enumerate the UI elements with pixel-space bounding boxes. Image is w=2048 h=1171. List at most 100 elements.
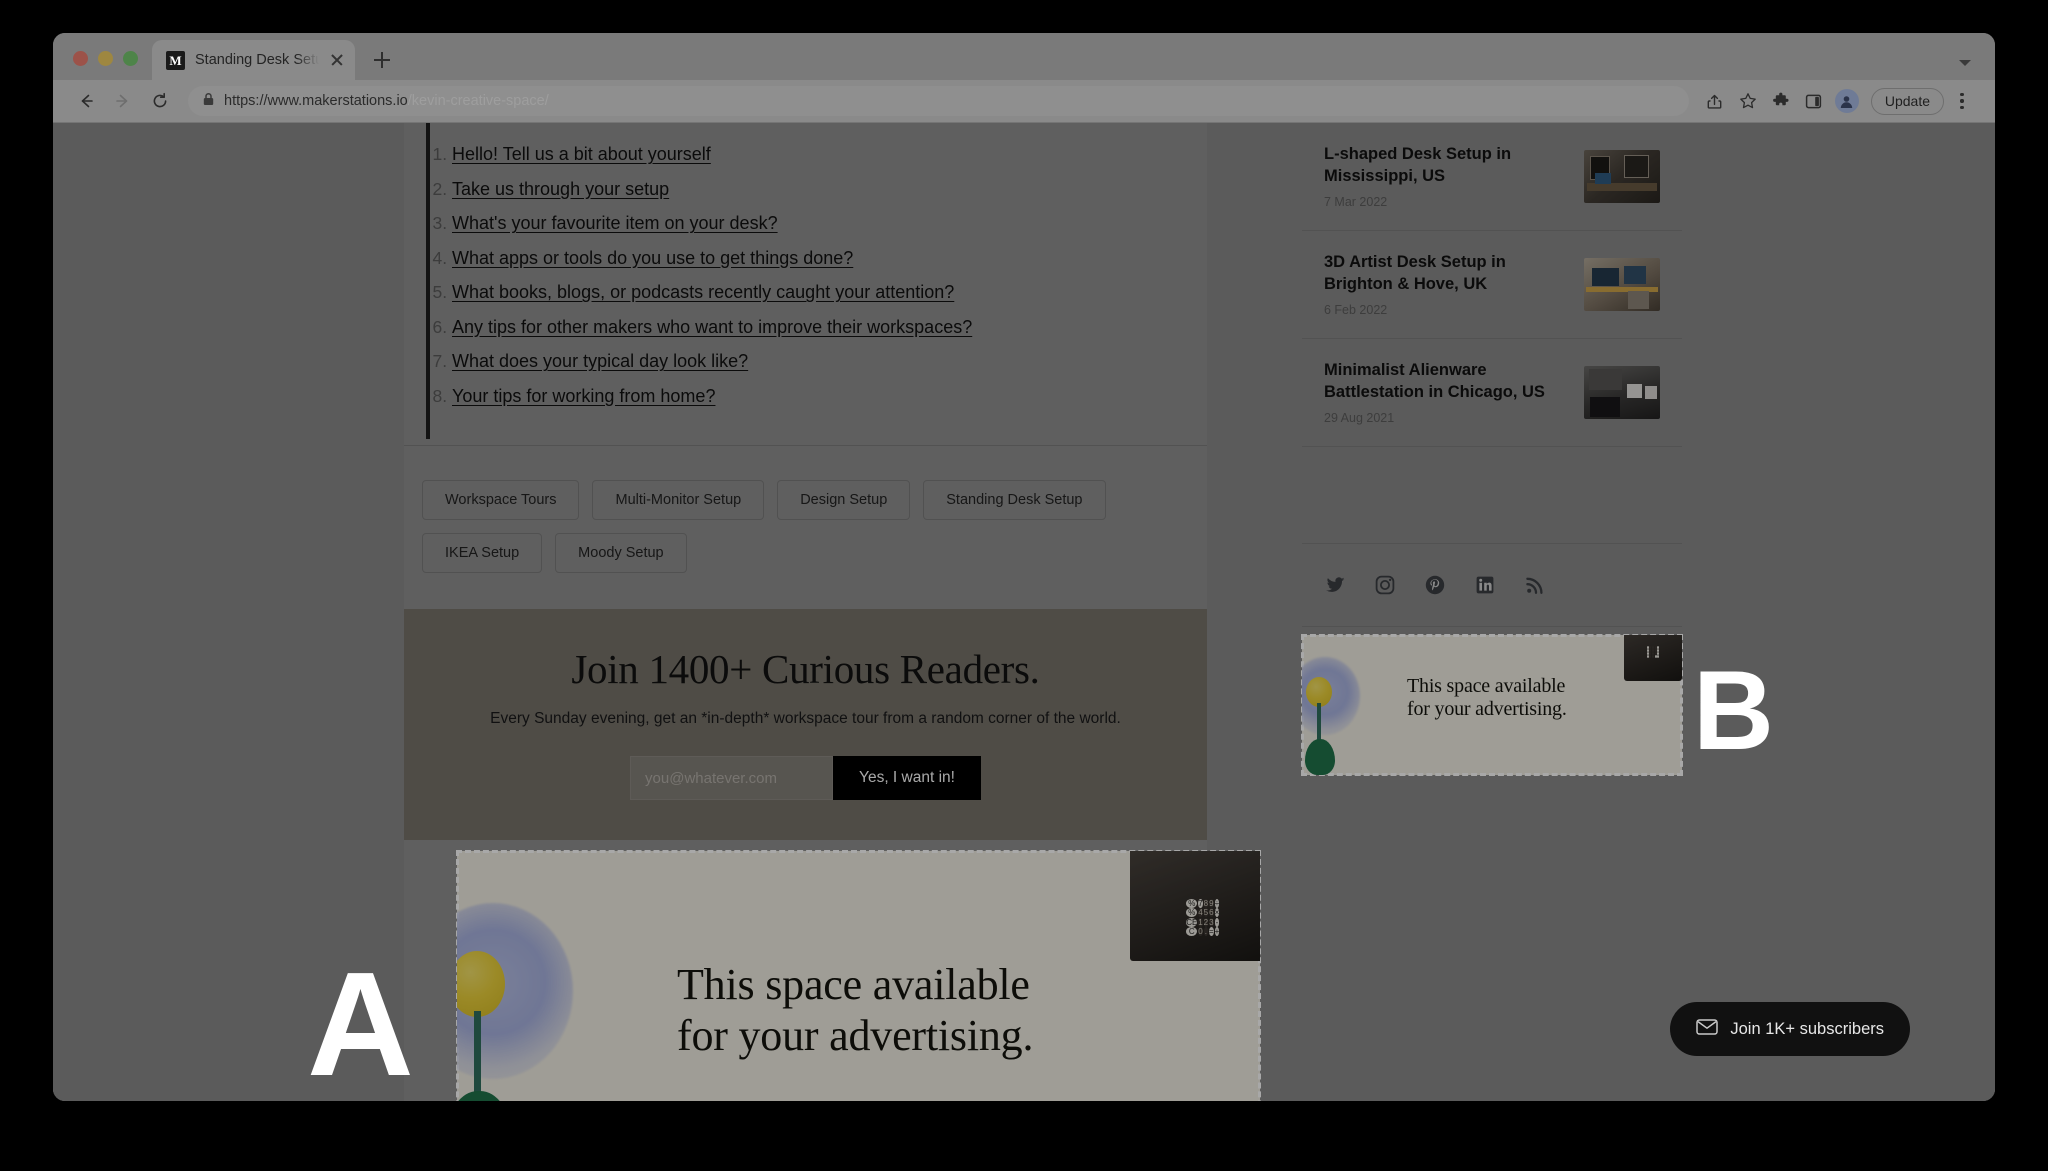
question-link-4[interactable]: What apps or tools do you use to get thi… [452,248,853,268]
question-link-5[interactable]: What books, blogs, or podcasts recently … [452,282,954,302]
sidebar-post-card-2[interactable]: 3D Artist Desk Setup in Brighton & Hove,… [1302,231,1682,339]
calculator-illustration [1624,635,1682,681]
ad-label-b: B [1693,648,1774,773]
question-link-7[interactable]: What does your typical day look like? [452,351,748,371]
calc-key: × [1214,908,1220,918]
page-viewport: Hello! Tell us a bit about yourself Take… [53,123,1995,1101]
rss-icon[interactable] [1524,574,1546,596]
tag-multi-monitor-setup[interactable]: Multi-Monitor Setup [592,480,765,520]
kebab-menu-icon[interactable] [1949,86,1975,116]
question-link-6[interactable]: Any tips for other makers who want to im… [452,317,972,337]
bookmark-star-icon[interactable] [1733,86,1763,116]
post-meta: Minimalist Alienware Battlestation in Ch… [1324,360,1570,426]
ad-banner-b[interactable]: This space available for your advertisin… [1301,634,1683,776]
calc-key: = [1209,926,1214,936]
linkedin-icon[interactable] [1474,574,1496,596]
envelope-icon [1696,1018,1719,1040]
pinterest-icon[interactable] [1424,574,1446,596]
post-date: 6 Feb 2022 [1324,303,1388,318]
desk-photo-thumbnail [1584,258,1660,311]
share-icon[interactable] [1700,86,1730,116]
calc-key: 0 [1198,926,1203,936]
lamp-illustration [457,903,623,1101]
desktop-backdrop: M Standing Desk Setup with Dual [0,0,2048,1171]
lamp-stem [474,1011,481,1101]
newsletter-signup-box: Join 1400+ Curious Readers. Every Sunday… [404,609,1207,840]
calc-key: 3 [1209,917,1214,927]
address-bar[interactable]: https://www.makerstations.io/kevin-creat… [188,86,1689,116]
lock-icon [202,92,215,111]
subscribe-button[interactable]: Yes, I want in! [833,756,981,800]
calc-key: 7 [1198,899,1203,909]
close-window-button[interactable] [73,51,88,66]
calculator-illustration: % 7 8 9 ÷ % 4 5 6 × CE 1 2 3 - C 0 . = + [1130,851,1260,961]
minimize-window-button[interactable] [98,51,113,66]
browser-toolbar: https://www.makerstations.io/kevin-creat… [53,80,1995,123]
tab-list-chevron-down-icon[interactable] [1959,60,1971,66]
ad-banner-a[interactable]: % 7 8 9 ÷ % 4 5 6 × CE 1 2 3 - C 0 . = +… [456,850,1261,1101]
profile-avatar-icon[interactable] [1832,86,1862,116]
ad-banner-a-text: This space available for your advertisin… [677,959,1033,1061]
side-panel-icon[interactable] [1799,86,1829,116]
email-input[interactable] [630,756,834,800]
tag-moody-setup[interactable]: Moody Setup [555,533,687,573]
newsletter-title: Join 1400+ Curious Readers. [571,646,1040,692]
post-title: L-shaped Desk Setup in Mississippi, US [1324,144,1512,185]
browser-tab[interactable]: M Standing Desk Setup with Dual [152,40,355,80]
calc-key: % [1186,899,1198,909]
calc-key: - [1214,917,1220,927]
calc-key: % [1186,908,1198,918]
tag-design-setup[interactable]: Design Setup [777,480,911,520]
post-date: 7 Mar 2022 [1324,195,1388,210]
sidebar-post-card-1[interactable]: L-shaped Desk Setup in Mississippi, US 7… [1302,123,1682,231]
calc-key: 8 [1203,899,1209,909]
tag-workspace-tours[interactable]: Workspace Tours [422,480,580,520]
browser-window: M Standing Desk Setup with Dual [53,33,1995,1101]
desk-photo-thumbnail [1584,150,1660,203]
calc-key: 2 [1203,917,1209,927]
calc-key: 4 [1198,908,1203,918]
list-item: What apps or tools do you use to get thi… [452,241,1207,276]
twitter-icon[interactable] [1324,574,1346,596]
maximize-window-button[interactable] [123,51,138,66]
list-item: Any tips for other makers who want to im… [452,310,1207,345]
newsletter-form: Yes, I want in! [424,756,1187,800]
question-link-2[interactable]: Take us through your setup [452,179,669,199]
tag-list: Workspace Tours Multi-Monitor Setup Desi… [404,446,1207,603]
post-date: 29 Aug 2021 [1324,411,1395,426]
update-button[interactable]: Update [1870,87,1944,115]
lamp-illustration [1302,657,1380,775]
tab-favicon-icon: M [166,50,185,70]
ad-label-a: A [307,942,414,1101]
social-links-row [1302,543,1682,627]
calc-key: 6 [1209,908,1214,918]
list-item: What does your typical day look like? [452,344,1207,379]
question-link-1[interactable]: Hello! Tell us a bit about yourself [452,144,711,164]
forward-icon[interactable] [106,84,140,118]
new-tab-button[interactable] [365,43,399,77]
url-text: https://www.makerstations.io/kevin-creat… [224,93,549,109]
question-link-8[interactable]: Your tips for working from home? [452,386,715,406]
close-tab-icon[interactable] [329,52,345,68]
post-meta: 3D Artist Desk Setup in Brighton & Hove,… [1324,252,1570,318]
calc-key: 5 [1203,908,1209,918]
list-item: Hello! Tell us a bit about yourself [452,137,1207,172]
list-item: Take us through your setup [452,172,1207,207]
calc-key: CE [1186,917,1198,927]
instagram-icon[interactable] [1374,574,1396,596]
sidebar-post-card-3[interactable]: Minimalist Alienware Battlestation in Ch… [1302,339,1682,447]
extensions-puzzle-icon[interactable] [1766,86,1796,116]
question-link-3[interactable]: What's your favourite item on your desk? [452,213,778,233]
calc-key: 1 [1198,917,1203,927]
floating-subscribe-button[interactable]: Join 1K+ subscribers [1670,1002,1910,1056]
back-icon[interactable] [69,84,103,118]
tag-standing-desk-setup[interactable]: Standing Desk Setup [923,480,1106,520]
ad-banner-a-line2: for your advertising. [677,1011,1034,1061]
post-title: 3D Artist Desk Setup in Brighton & Hove,… [1324,252,1506,293]
lamp-base [1305,739,1335,775]
newsletter-subtitle: Every Sunday evening, get an *in-depth* … [490,710,1121,727]
tag-ikea-setup[interactable]: IKEA Setup [422,533,543,573]
ad-banner-a-line1: This space available [677,960,1030,1009]
calc-key: . [1203,926,1209,936]
reload-icon[interactable] [143,84,177,118]
